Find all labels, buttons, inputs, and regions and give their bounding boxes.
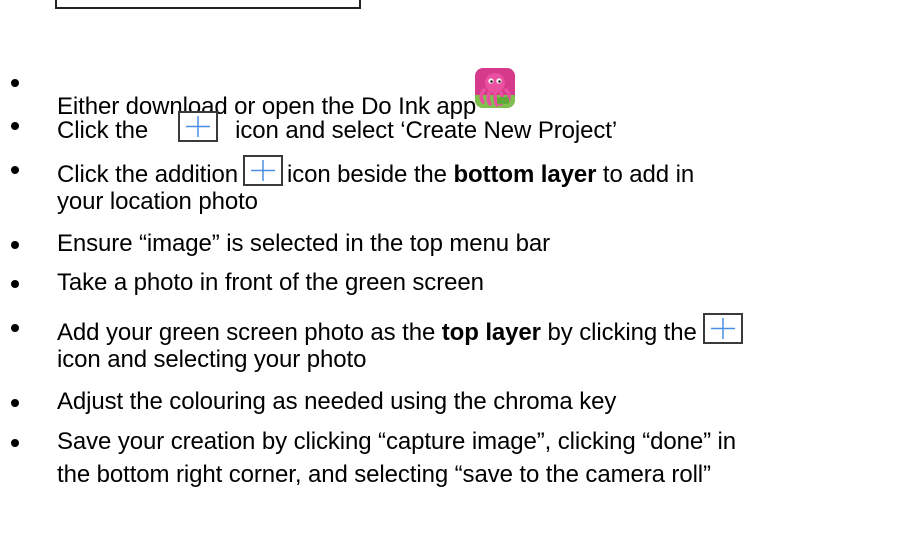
step-line: Ensure “image” is selected in the top me… (57, 230, 550, 258)
step-text: Take a photo in front of the green scree… (57, 269, 484, 296)
step-text: icon and select ‘Create New Project’ (235, 117, 618, 144)
bullet-icon (11, 122, 19, 130)
step-text: Click the (57, 117, 149, 144)
plus-icon[interactable] (242, 155, 283, 186)
bullet-icon (11, 399, 19, 407)
step-line: Click the addition icon beside the bottom… (57, 155, 694, 189)
step-line: Take a photo in front of the green scree… (57, 269, 484, 297)
step-text: by clicking the (547, 319, 697, 346)
step-text: icon beside the (286, 161, 447, 188)
step-line: Adjust the colouring as needed using the… (57, 388, 616, 416)
step-line: Click the icon and select ‘Create New Pro… (57, 111, 617, 145)
plus-icon[interactable] (702, 313, 743, 344)
step-line: Add your green screen photo as the top l… (57, 313, 743, 347)
step-text: your location photo (57, 188, 258, 215)
step-text: Adjust the colouring as needed using the… (57, 388, 617, 415)
step-bold-text: top layer (441, 319, 541, 346)
step-text: Click the addition (57, 161, 238, 188)
step-bold-text: bottom layer (453, 161, 597, 188)
bullet-icon (11, 79, 19, 87)
step-text: Add your green screen photo as the (57, 319, 436, 346)
step-line: Save your creation by clicking “capture … (57, 428, 736, 456)
bullet-icon (11, 280, 19, 288)
plus-icon[interactable] (178, 111, 219, 142)
step-line-2: the bottom right corner, and selecting “… (57, 461, 711, 489)
step-line-2: your location photo (57, 188, 258, 216)
instruction-list: Either download or open the Do Ink app C… (0, 0, 917, 535)
step-text: to add in (602, 161, 695, 188)
bullet-icon (11, 241, 19, 249)
bullet-icon (11, 324, 19, 332)
step-line-2: icon and selecting your photo (57, 346, 366, 374)
step-text: Ensure “image” is selected in the top me… (57, 230, 550, 257)
step-text: Save your creation by clicking “capture … (57, 428, 737, 455)
do-ink-octopus-app-icon (475, 68, 516, 108)
bullet-icon (11, 439, 19, 447)
step-text: the bottom right corner, and selecting “… (57, 461, 711, 488)
step-text: icon and selecting your photo (57, 346, 367, 373)
bullet-icon (11, 166, 19, 174)
